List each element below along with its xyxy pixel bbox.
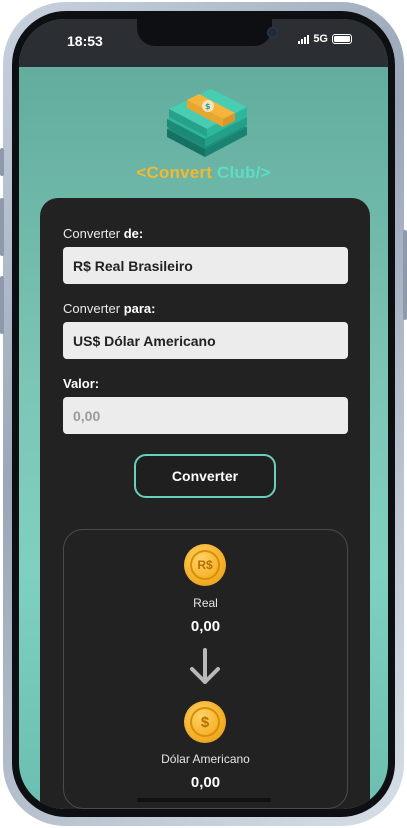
battery-icon <box>332 34 352 44</box>
to-currency-name: Dólar Americano <box>161 752 250 766</box>
amount-input[interactable]: 0,00 <box>63 397 348 434</box>
notch <box>137 19 278 46</box>
volume-up-button <box>0 198 4 256</box>
from-label-text: Converter <box>63 226 121 241</box>
real-coin-symbol: R$ <box>190 550 220 580</box>
dollar-coin-icon: $ <box>184 701 226 743</box>
real-coin-icon: R$ <box>184 544 226 586</box>
to-currency-value: 0,00 <box>190 774 221 791</box>
camera-icon <box>267 27 278 38</box>
volume-down-button <box>0 276 4 334</box>
signal-icon <box>298 34 310 44</box>
from-currency-select[interactable]: R$ Real Brasileiro <box>63 247 348 284</box>
svg-text:$: $ <box>205 102 211 111</box>
app-screen: 18:53 5G $ <Convert Club/> Converter de:… <box>19 19 388 809</box>
brand-logo: <Convert Club/> <box>19 163 388 183</box>
brand-logo-part2: Club/> <box>217 163 271 182</box>
network-type: 5G <box>313 33 328 45</box>
status-time: 18:53 <box>67 33 103 49</box>
from-currency-value: 0,00 <box>190 618 221 635</box>
from-label-bold: de: <box>123 226 144 241</box>
result-panel: R$ Real 0,00 $ Dólar Americano 0,00 <box>63 529 348 809</box>
to-label-bold: para: <box>123 301 156 316</box>
from-label: Converter de: <box>63 226 143 241</box>
from-currency-name: Real <box>193 596 218 610</box>
dollar-coin-symbol: $ <box>190 707 220 737</box>
amount-label-text: Valor: <box>63 376 100 391</box>
money-stack-icon: $ <box>167 89 247 157</box>
silent-switch <box>0 148 4 176</box>
power-button <box>403 230 407 320</box>
amount-label: Valor: <box>63 376 99 391</box>
arrow-down-icon <box>190 648 220 684</box>
to-label-text: Converter <box>63 301 121 316</box>
to-label: Converter para: <box>63 301 156 316</box>
status-indicators: 5G <box>298 33 352 45</box>
convert-button[interactable]: Converter <box>134 454 276 498</box>
home-indicator[interactable] <box>137 798 271 802</box>
brand-logo-part1: <Convert <box>136 163 213 182</box>
to-currency-select[interactable]: US$ Dólar Americano <box>63 322 348 359</box>
converter-card: Converter de: R$ Real Brasileiro Convert… <box>40 198 370 809</box>
